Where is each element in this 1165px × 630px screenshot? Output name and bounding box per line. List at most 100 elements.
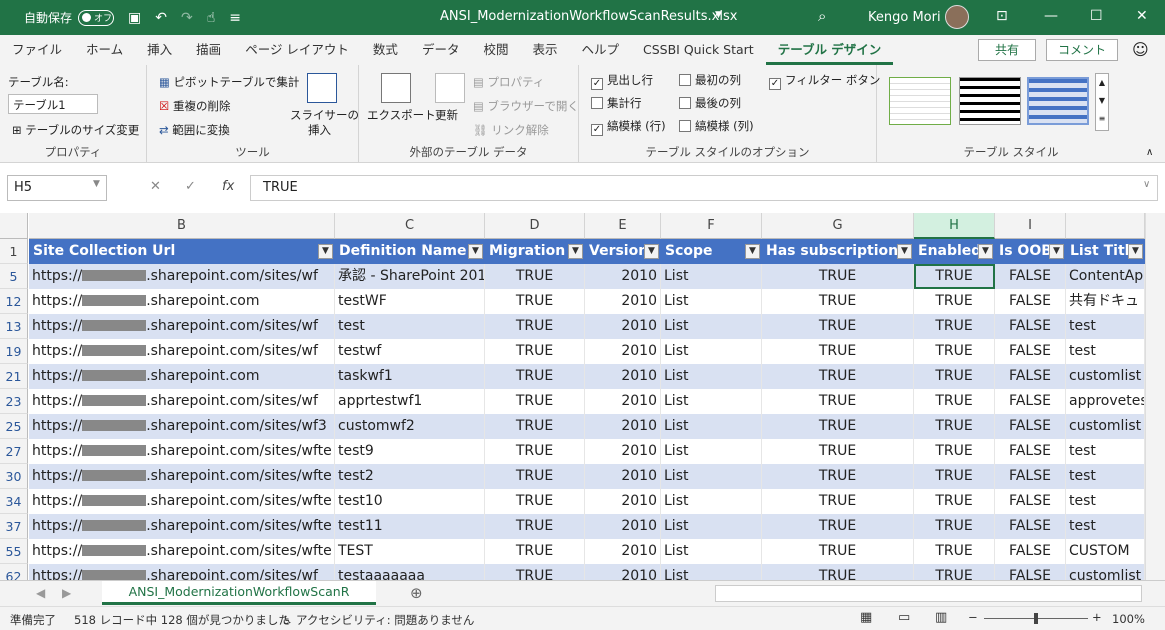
share-button[interactable]: 共有 [978,39,1036,61]
comment-button[interactable]: コメント [1046,39,1118,61]
redo-icon[interactable]: ↷ [181,10,193,26]
pivot-summarize-button[interactable]: ▦ ピボットテーブルで集計 [159,74,299,90]
table-cell[interactable]: 2010 [585,414,661,439]
first-column-checkbox[interactable]: 最初の列 [679,72,741,88]
filter-dropdown-icon[interactable]: ▼ [644,244,659,259]
table-header-cell[interactable]: Version ▼ [585,239,661,264]
slicer-icon[interactable] [307,73,337,103]
table-cell[interactable]: https://.sharepoint.com [29,289,335,314]
table-cell[interactable]: FALSE [995,514,1066,539]
table-cell[interactable]: apprtestwf1 [335,389,485,414]
table-cell[interactable]: TRUE [762,289,914,314]
table-cell[interactable]: approvetes [1066,389,1145,414]
header-row-checkbox[interactable]: ✓ 見出し行 [591,72,653,90]
table-header-cell[interactable]: Scope ▼ [661,239,762,264]
table-header-cell[interactable]: List Title ▼ [1066,239,1145,264]
prev-sheet-icon[interactable]: ◀ [36,586,45,600]
table-header-cell[interactable]: Site Collection Url ▼ [29,239,335,264]
tab-formulas[interactable]: 数式 [361,35,410,65]
tab-table-design[interactable]: テーブル デザイン [765,35,894,65]
table-cell[interactable]: https://.sharepoint.com/sites/wf [29,264,335,289]
table-cell[interactable]: test [1066,514,1145,539]
column-header[interactable]: E [585,213,661,239]
table-cell[interactable]: TRUE [485,439,585,464]
column-header[interactable] [1066,213,1145,239]
table-cell[interactable]: List [661,389,762,414]
name-box[interactable]: H5 [7,175,107,201]
row-header[interactable]: 37 [0,514,28,539]
sheet-tab[interactable]: ANSI_ModernizationWorkflowScanR [102,581,376,605]
table-cell[interactable]: FALSE [995,314,1066,339]
customize-qat-icon[interactable]: ≡ [229,10,241,26]
filter-dropdown-icon[interactable]: ▼ [897,244,912,259]
table-cell[interactable]: test10 [335,489,485,514]
table-cell[interactable]: TRUE [762,414,914,439]
undo-icon[interactable]: ↶ [155,10,167,26]
table-cell[interactable]: TRUE [762,489,914,514]
column-header[interactable]: C [335,213,485,239]
table-cell[interactable]: CUSTOM [1066,539,1145,564]
tab-review[interactable]: 校閲 [471,35,520,65]
table-cell[interactable]: TRUE [914,389,995,414]
table-cell[interactable]: FALSE [995,389,1066,414]
table-cell[interactable]: List [661,564,762,580]
table-cell[interactable]: List [661,264,762,289]
table-cell[interactable]: FALSE [995,289,1066,314]
name-box-dropdown-icon[interactable]: ▼ [93,179,100,189]
table-cell[interactable]: List [661,364,762,389]
table-cell[interactable]: List [661,489,762,514]
style-green[interactable] [889,77,951,125]
unlink-button[interactable]: ⛓ リンク解除 [473,122,549,138]
table-cell[interactable]: FALSE [995,464,1066,489]
style-gallery-scroll[interactable]: ▲ ▼ ≡ [1095,73,1109,131]
table-cell[interactable]: FALSE [995,539,1066,564]
table-cell[interactable]: 2010 [585,539,661,564]
table-header-cell[interactable]: Migration t ▼ [485,239,585,264]
row-header[interactable]: 5 [0,264,28,289]
insert-function-icon[interactable]: fx [222,179,234,194]
table-cell[interactable]: test [1066,339,1145,364]
table-cell[interactable]: TRUE [485,264,585,289]
refresh-icon[interactable] [435,73,465,103]
table-cell[interactable]: TRUE [485,389,585,414]
table-cell[interactable]: https://.sharepoint.com/sites/wfte [29,439,335,464]
table-cell[interactable]: TRUE [762,364,914,389]
table-cell[interactable]: https://.sharepoint.com/sites/wf [29,314,335,339]
table-cell[interactable]: TRUE [914,264,995,289]
column-header[interactable]: F [661,213,762,239]
table-cell[interactable]: TRUE [914,464,995,489]
table-cell[interactable]: TRUE [762,514,914,539]
table-header-cell[interactable]: Is OOB ▼ [995,239,1066,264]
column-header[interactable]: I [995,213,1066,239]
row-header[interactable]: 23 [0,389,28,414]
table-cell[interactable]: test [335,314,485,339]
minimize-icon[interactable]: — [1044,8,1058,24]
table-cell[interactable]: TRUE [914,564,995,580]
table-cell[interactable]: TRUE [762,564,914,580]
table-cell[interactable]: TEST [335,539,485,564]
table-cell[interactable]: List [661,514,762,539]
table-cell[interactable]: TRUE [762,464,914,489]
remove-duplicates-button[interactable]: ☒ 重複の削除 [159,98,230,114]
table-cell[interactable]: FALSE [995,564,1066,580]
table-cell[interactable]: TRUE [914,514,995,539]
enter-icon[interactable]: ✓ [185,179,196,194]
table-cell[interactable]: TRUE [485,464,585,489]
filter-button-checkbox[interactable]: ✓ フィルター ボタン [769,72,880,90]
column-header[interactable]: D [485,213,585,239]
table-cell[interactable]: https://.sharepoint.com/sites/wfte [29,489,335,514]
table-cell[interactable]: testWF [335,289,485,314]
table-cell[interactable]: TRUE [485,314,585,339]
table-cell[interactable]: test [1066,314,1145,339]
table-cell[interactable]: TRUE [485,364,585,389]
table-cell[interactable]: List [661,289,762,314]
table-cell[interactable]: test11 [335,514,485,539]
zoom-out-icon[interactable]: − [968,610,978,624]
table-cell[interactable]: List [661,314,762,339]
table-cell[interactable]: TRUE [485,489,585,514]
table-cell[interactable]: TRUE [914,364,995,389]
page-layout-view-icon[interactable]: ▭ [898,610,910,625]
column-header[interactable]: B [29,213,335,239]
table-cell[interactable]: 2010 [585,289,661,314]
table-cell[interactable]: TRUE [485,539,585,564]
